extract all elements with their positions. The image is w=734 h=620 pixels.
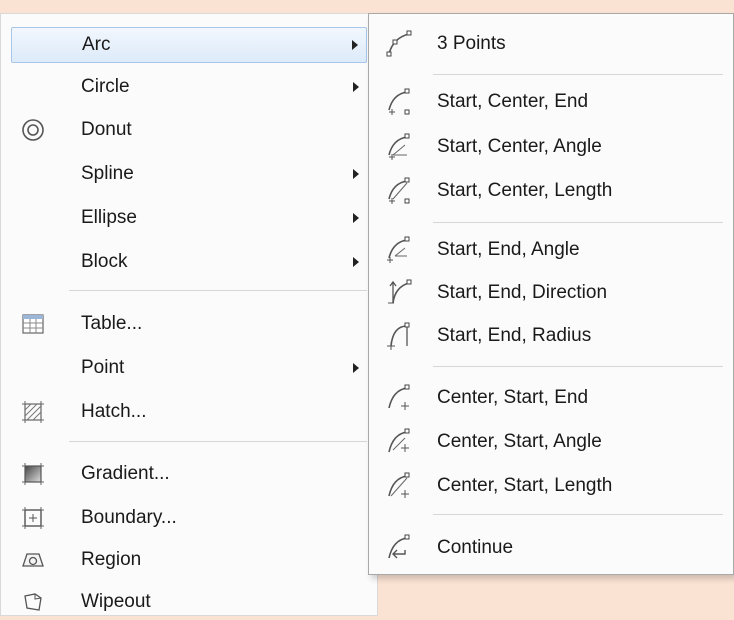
submenu-item-start-center-length[interactable]: Start, Center, Length	[377, 171, 727, 211]
submenu-separator	[433, 74, 723, 75]
menu-item-boundary[interactable]: Boundary...	[11, 500, 367, 536]
menu-item-label: Gradient...	[81, 463, 170, 484]
submenu-item-start-end-radius[interactable]: Start, End, Radius	[377, 316, 727, 356]
menu-item-label: Circle	[81, 76, 130, 97]
submenu-item-label: Center, Start, Length	[437, 475, 613, 496]
menu-separator	[69, 441, 367, 442]
submenu-item-label: Center, Start, Angle	[437, 431, 602, 452]
menu-item-label: Boundary...	[81, 507, 177, 528]
menu-item-region[interactable]: Region	[11, 542, 367, 578]
menu-item-circle[interactable]: Circle	[11, 69, 367, 105]
arc-start-center-length-icon	[383, 175, 415, 207]
submenu-item-continue[interactable]: Continue	[377, 528, 727, 568]
menu-item-wipeout[interactable]: Wipeout	[11, 584, 367, 620]
submenu-arrow-icon	[353, 257, 359, 267]
region-icon	[21, 548, 45, 572]
menu-item-arc[interactable]: Arc	[11, 27, 367, 63]
menu-item-label: Donut	[81, 119, 132, 140]
submenu-item-label: Continue	[437, 537, 514, 558]
submenu-item-label: Center, Start, End	[437, 387, 589, 408]
submenu-item-label: Start, End, Direction	[437, 282, 608, 303]
gradient-icon	[21, 462, 45, 486]
menu-item-spline[interactable]: Spline	[11, 156, 367, 192]
submenu-item-label: 3 Points	[437, 33, 506, 54]
arc-start-center-angle-icon	[383, 131, 415, 163]
menu-item-label: Wipeout	[81, 591, 151, 612]
submenu-item-center-start-end[interactable]: Center, Start, End	[377, 378, 727, 418]
menu-item-label: Block	[81, 251, 128, 272]
menu-item-table[interactable]: Table...	[11, 306, 367, 342]
menu-item-point[interactable]: Point	[11, 350, 367, 386]
table-icon	[21, 312, 45, 336]
arc-center-start-end-icon	[383, 382, 415, 414]
submenu-item-3-points[interactable]: 3 Points	[377, 24, 727, 64]
submenu-item-start-center-angle[interactable]: Start, Center, Angle	[377, 127, 727, 167]
donut-icon	[21, 118, 45, 142]
menu-separator	[69, 290, 367, 291]
submenu-arrow-icon	[352, 40, 358, 50]
submenu-separator	[433, 366, 723, 367]
submenu-item-start-center-end[interactable]: Start, Center, End	[377, 82, 727, 122]
arc-start-end-radius-icon	[383, 320, 415, 352]
arc-start-end-direction-icon	[383, 277, 415, 309]
submenu-arrow-icon	[353, 363, 359, 373]
arc-continue-icon	[383, 532, 415, 564]
submenu-item-center-start-angle[interactable]: Center, Start, Angle	[377, 422, 727, 462]
submenu-item-start-end-direction[interactable]: Start, End, Direction	[377, 273, 727, 313]
arc-start-center-end-icon	[383, 86, 415, 118]
menu-item-gradient[interactable]: Gradient...	[11, 456, 367, 492]
hatch-icon	[21, 400, 45, 424]
submenu-separator	[433, 514, 723, 515]
submenu-item-label: Start, Center, Angle	[437, 136, 602, 157]
arc-center-start-length-icon	[383, 470, 415, 502]
menu-item-label: Spline	[81, 163, 134, 184]
menu-item-ellipse[interactable]: Ellipse	[11, 200, 367, 236]
submenu-item-center-start-length[interactable]: Center, Start, Length	[377, 466, 727, 506]
submenu-item-start-end-angle[interactable]: Start, End, Angle	[377, 230, 727, 270]
submenu-item-label: Start, Center, Length	[437, 180, 613, 201]
submenu-item-label: Start, Center, End	[437, 91, 589, 112]
wipeout-icon	[21, 590, 45, 614]
arc-start-end-angle-icon	[383, 234, 415, 266]
arc-3-points-icon	[383, 28, 415, 60]
menu-item-label: Table...	[81, 313, 143, 334]
submenu-item-label: Start, End, Radius	[437, 325, 592, 346]
submenu-arrow-icon	[353, 169, 359, 179]
submenu-item-label: Start, End, Angle	[437, 239, 580, 260]
arc-submenu: 3 Points Start, Center, End Start, Cente…	[368, 13, 734, 575]
menu-item-label: Ellipse	[81, 207, 137, 228]
menu-item-label: Arc	[82, 34, 111, 55]
boundary-icon	[21, 506, 45, 530]
menu-item-label: Point	[81, 357, 125, 378]
arc-center-start-angle-icon	[383, 426, 415, 458]
menu-item-label: Hatch...	[81, 401, 147, 422]
submenu-arrow-icon	[353, 82, 359, 92]
draw-menu: Arc Circle Donut Spline Ellipse Block Ta…	[0, 13, 378, 616]
menu-item-label: Region	[81, 549, 142, 570]
menu-item-hatch[interactable]: Hatch...	[11, 394, 367, 430]
menu-item-block[interactable]: Block	[11, 244, 367, 280]
menu-item-donut[interactable]: Donut	[11, 112, 367, 148]
submenu-arrow-icon	[353, 213, 359, 223]
submenu-separator	[433, 222, 723, 223]
